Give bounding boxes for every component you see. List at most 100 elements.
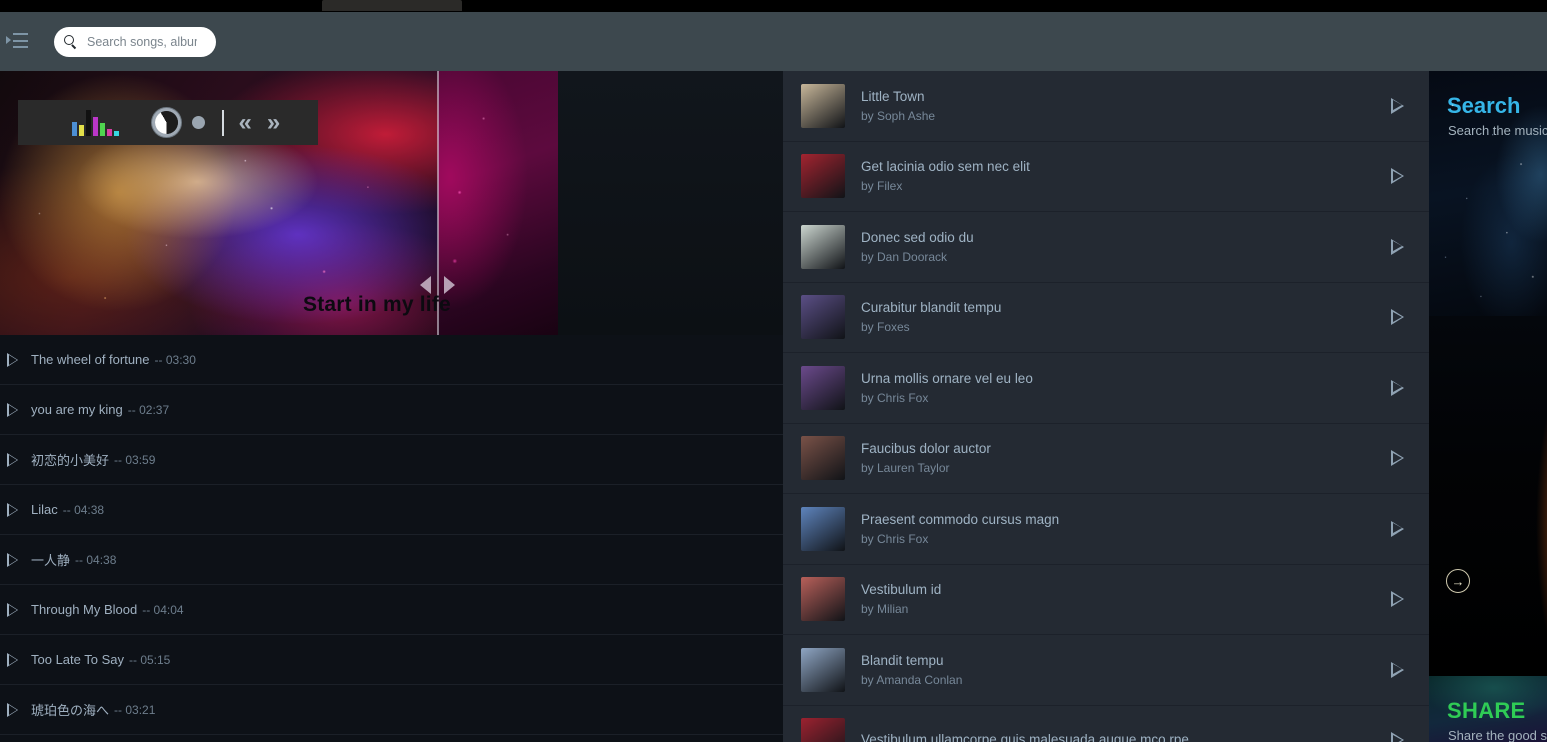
song-row[interactable]: Too Late To Say -- 05:15 [0, 635, 783, 685]
chevron-double-right-icon[interactable]: » [267, 110, 281, 135]
track-row[interactable]: Donec sed odio du by Dan Doorack [783, 212, 1429, 283]
track-thumbnail [801, 647, 845, 692]
track-row[interactable]: Praesent commodo cursus magn by Chris Fox [783, 494, 1429, 565]
track-row[interactable]: Get lacinia odio sem nec elit by Filex [783, 142, 1429, 212]
song-row[interactable]: 琥珀色の海へ -- 03:21 [0, 685, 783, 735]
search-box[interactable] [54, 26, 216, 57]
right-rail: Search Search the music SHARE Share the … [1429, 71, 1547, 742]
menu-line [13, 39, 28, 42]
search-input[interactable] [87, 34, 197, 49]
song-row[interactable]: you are my king -- 02:37 [0, 385, 783, 435]
song-duration: -- 03:30 [154, 352, 196, 367]
browser-chrome-strip [0, 0, 1547, 12]
play-triangle-icon[interactable] [7, 402, 18, 417]
track-artist: by Chris Fox [861, 531, 929, 546]
track-artist: by Foxes [861, 320, 910, 335]
rail-section-search[interactable]: Search Search the music [1429, 71, 1547, 316]
track-artist: by Lauren Taylor [861, 461, 950, 476]
list-menu-icon[interactable] [6, 32, 28, 51]
chevron-double-left-icon[interactable]: « [239, 110, 253, 135]
menu-line [13, 45, 28, 48]
song-duration: -- 03:21 [114, 702, 156, 717]
song-row[interactable]: 初恋的小美好 -- 03:59 [0, 435, 783, 485]
song-title: The wheel of fortune [31, 352, 150, 367]
song-row[interactable]: Through My Blood -- 04:04 [0, 585, 783, 635]
track-meta: Vestibulum ullamcorpe quis malesuada aug… [861, 730, 1403, 742]
track-artist: by Chris Fox [861, 390, 929, 405]
triangle-right-icon[interactable] [444, 276, 455, 294]
rail-section-middle[interactable] [1429, 316, 1547, 676]
track-title: Vestibulum id [861, 582, 942, 598]
track-title: Faucibus dolor auctor [861, 441, 991, 457]
hero-artwork-secondary [438, 71, 558, 335]
play-triangle-icon[interactable] [7, 652, 18, 667]
triangle-left-icon[interactable] [420, 276, 431, 294]
track-thumbnail [801, 577, 845, 622]
arrow-glyph: → [1451, 573, 1465, 589]
song-title: Through My Blood [31, 602, 138, 617]
song-duration: -- 04:38 [62, 502, 105, 517]
top-bar [0, 12, 1547, 71]
rail-section-share[interactable]: SHARE Share the good s [1429, 676, 1547, 742]
song-title: Too Late To Say [31, 652, 124, 667]
track-row[interactable]: Curabitur blandit tempu by Foxes [783, 283, 1429, 353]
menu-triangle [6, 35, 11, 44]
hero-title: Start in my life [303, 293, 451, 316]
play-triangle-icon[interactable] [7, 502, 18, 517]
track-row[interactable]: Faucibus dolor auctor by Lauren Taylor [783, 424, 1429, 494]
song-title: Lilac [31, 502, 58, 517]
song-duration: -- 04:04 [142, 602, 184, 617]
track-meta: Little Town by Soph Ashe [861, 87, 1403, 125]
track-row[interactable]: Vestibulum ullamcorpe quis malesuada aug… [783, 706, 1429, 742]
play-triangle-icon[interactable] [7, 552, 18, 567]
song-row[interactable]: 一人静 -- 04:38 [0, 535, 783, 585]
track-thumbnail [801, 224, 845, 269]
song-duration: -- 02:37 [127, 402, 170, 417]
arrow-right-circle-icon[interactable]: → [1446, 569, 1470, 593]
play-triangle-icon[interactable] [7, 702, 18, 717]
menu-line [13, 32, 28, 35]
song-row[interactable]: The wheel of fortune -- 03:30 [0, 335, 783, 385]
track-thumbnail [801, 83, 845, 128]
dot-icon[interactable] [192, 116, 205, 129]
track-meta: Vestibulum id by Milian [861, 580, 1403, 618]
song-row[interactable]: Lilac -- 04:38 [0, 485, 783, 535]
play-triangle-icon[interactable] [7, 602, 18, 617]
track-meta: Donec sed odio du by Dan Doorack [861, 228, 1403, 266]
track-title: Vestibulum ullamcorpe quis malesuada aug… [861, 732, 1189, 742]
song-title: you are my king [31, 402, 123, 417]
track-meta: Faucibus dolor auctor by Lauren Taylor [861, 439, 1403, 477]
track-row[interactable]: Urna mollis ornare vel eu leo by Chris Fo… [783, 353, 1429, 424]
track-meta: Curabitur blandit tempu by Foxes [861, 298, 1403, 336]
track-meta: Praesent commodo cursus magn by Chris Fox [861, 510, 1403, 548]
track-row[interactable]: Blandit tempu by Amanda Conlan [783, 635, 1429, 706]
song-duration: -- 05:15 [129, 652, 171, 667]
track-title: Praesent commodo cursus magn [861, 511, 1060, 527]
track-row[interactable]: Little Town by Soph Ashe [783, 71, 1429, 142]
search-icon [64, 34, 78, 49]
play-pause-knob-icon[interactable] [155, 111, 178, 134]
track-artist: by Amanda Conlan [861, 672, 963, 687]
track-title: Donec sed odio du [861, 229, 974, 245]
song-list: The wheel of fortune -- 03:30 you are my k… [0, 335, 783, 742]
song-title: 琥珀色の海へ [31, 703, 110, 718]
rail-share-subtitle: Share the good s [1448, 728, 1547, 742]
track-artist: by Soph Ashe [861, 108, 936, 123]
track-row[interactable]: Vestibulum id by Milian [783, 565, 1429, 635]
play-triangle-icon[interactable] [7, 452, 18, 467]
play-triangle-icon[interactable] [7, 352, 18, 367]
track-thumbnail [801, 436, 845, 481]
music-player-app: Start in my life 101,400 Followers « » T… [0, 0, 1547, 742]
track-artist: by Dan Doorack [861, 249, 948, 264]
track-list: Little Town by Soph Ashe Get lacinia odio … [783, 71, 1429, 742]
player-divider [222, 109, 224, 136]
song-duration: -- 03:59 [114, 452, 156, 467]
browser-tab[interactable] [322, 0, 462, 11]
track-title: Little Town [861, 88, 925, 104]
rail-share-heading: SHARE [1447, 698, 1526, 723]
track-thumbnail [801, 365, 845, 410]
track-meta: Get lacinia odio sem nec elit by Filex [861, 157, 1403, 195]
track-thumbnail [801, 295, 845, 340]
equalizer-bars-icon [72, 109, 119, 136]
track-thumbnail [801, 718, 845, 742]
